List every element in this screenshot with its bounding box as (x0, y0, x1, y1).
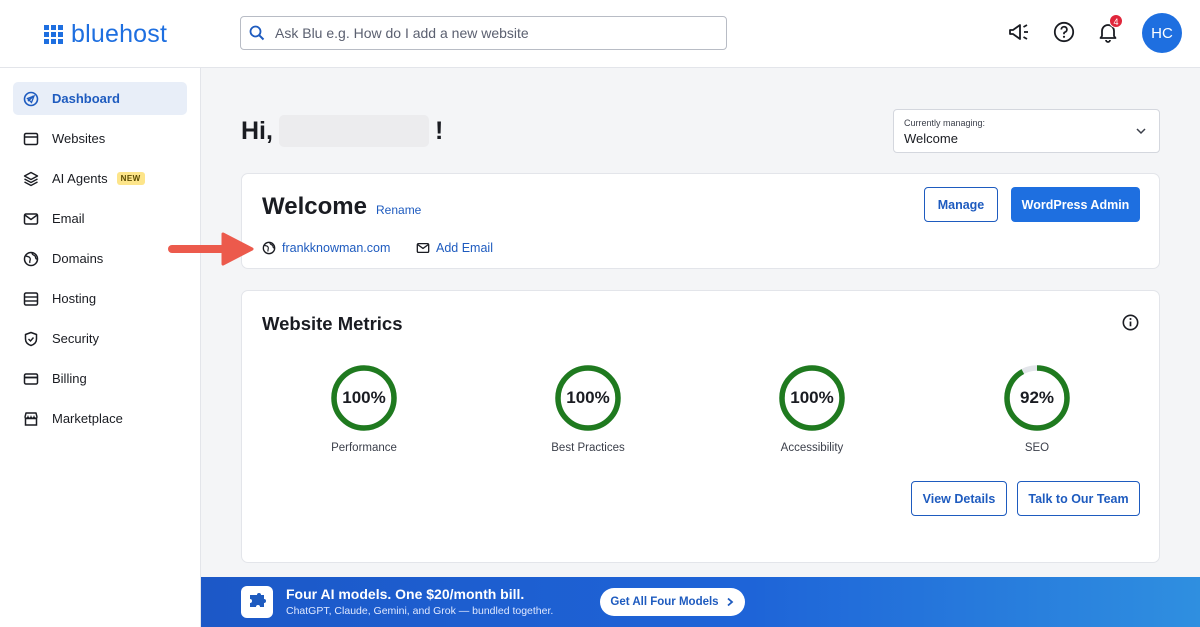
metric-value: 92% (1019, 388, 1055, 407)
sidebar-item-label: Security (52, 331, 99, 346)
metric-value: 100% (342, 388, 386, 407)
bluehost-logo[interactable]: bluehost (44, 20, 167, 49)
get-all-four-models-button[interactable]: Get All Four Models (600, 588, 745, 616)
help-button[interactable] (1052, 20, 1076, 44)
red-arrow-annotation (168, 232, 254, 266)
info-icon[interactable] (1122, 314, 1139, 331)
storefront-icon (23, 411, 39, 427)
add-email-link[interactable]: Add Email (416, 241, 493, 255)
sidebar-item-label: Billing (52, 371, 87, 386)
sidebar: Dashboard Websites AI Agents NEW Email D… (0, 68, 201, 627)
site-selector[interactable]: Currently managing: Welcome (893, 109, 1160, 153)
sidebar-item-label: Marketplace (52, 411, 123, 426)
greeting-prefix: Hi, (241, 116, 273, 145)
globe-icon (262, 241, 276, 255)
sidebar-item-marketplace[interactable]: Marketplace (13, 402, 187, 435)
talk-to-team-button[interactable]: Talk to Our Team (1017, 481, 1140, 516)
banner-button-label: Get All Four Models (610, 596, 719, 608)
top-bar: bluehost 4 HC (0, 0, 1200, 68)
metric-value: 100% (566, 388, 610, 407)
layers-icon (23, 171, 39, 187)
metric-accessibility: 100% Accessibility (752, 364, 872, 454)
metric-label: Accessibility (780, 442, 844, 454)
mail-icon (23, 211, 39, 227)
sidebar-item-ai-agents[interactable]: AI Agents NEW (13, 162, 187, 195)
site-card: Welcome Rename frankknowman.com Add Emai… (241, 173, 1160, 269)
new-badge: NEW (116, 172, 145, 185)
sidebar-item-label: Hosting (52, 291, 97, 306)
add-email-text: Add Email (436, 241, 493, 255)
metric-label: SEO (1024, 442, 1050, 454)
sidebar-item-label: Domains (52, 251, 104, 266)
greeting-suffix: ! (434, 116, 444, 145)
search-input[interactable] (275, 25, 715, 41)
metric-seo: 92% SEO (977, 364, 1097, 454)
ai-puzzle-icon (241, 586, 273, 618)
view-details-button[interactable]: View Details (911, 481, 1007, 516)
chevron-down-icon (1136, 128, 1146, 135)
sidebar-item-label: Email (52, 211, 85, 226)
chevron-right-icon (727, 597, 733, 607)
megaphone-icon (1009, 24, 1028, 40)
metrics-title: Website Metrics (262, 313, 403, 334)
domain-text: frankknowman.com (282, 241, 391, 255)
wordpress-admin-button[interactable]: WordPress Admin (1011, 187, 1140, 222)
shield-icon (23, 331, 39, 347)
notification-badge: 4 (1109, 14, 1123, 28)
avatar[interactable]: HC (1142, 13, 1182, 53)
banner-subtitle: ChatGPT, Claude, Gemini, and Grok — bund… (286, 605, 554, 617)
globe-icon (23, 251, 39, 267)
sidebar-item-billing[interactable]: Billing (13, 362, 187, 395)
metric-best-practices: 100% Best Practices (528, 364, 648, 454)
sidebar-item-label: AI Agents (52, 171, 108, 186)
site-selector-value: Welcome (904, 131, 958, 146)
sidebar-item-label: Dashboard (52, 91, 120, 106)
sidebar-item-hosting[interactable]: Hosting (13, 282, 187, 315)
metric-value: 100% (790, 388, 834, 407)
dashboard-icon (23, 91, 39, 107)
server-icon (23, 291, 39, 307)
promo-banner: Four AI models. One $20/month bill. Chat… (201, 577, 1200, 627)
announcements-button[interactable] (1007, 20, 1031, 44)
notifications-button[interactable]: 4 (1096, 14, 1123, 44)
site-selector-label: Currently managing: (904, 118, 986, 128)
metric-label: Performance (331, 442, 397, 454)
sidebar-item-domains[interactable]: Domains (13, 242, 187, 275)
site-title: Welcome (262, 193, 367, 220)
manage-button[interactable]: Manage (924, 187, 998, 222)
sidebar-item-dashboard[interactable]: Dashboard (13, 82, 187, 115)
website-metrics-card: Website Metrics 100% Performance 100% Be… (241, 290, 1160, 563)
mail-icon (416, 242, 430, 254)
metric-label: Best Practices (551, 442, 625, 454)
redacted-name (278, 115, 429, 147)
browser-window-icon (23, 131, 39, 147)
sidebar-item-email[interactable]: Email (13, 202, 187, 235)
logo-text: bluehost (71, 20, 168, 48)
sidebar-item-label: Websites (52, 131, 106, 146)
help-icon (1053, 21, 1075, 43)
rename-link[interactable]: Rename (376, 203, 421, 217)
logo-grid-icon (44, 25, 63, 44)
search-icon (249, 25, 265, 41)
banner-title: Four AI models. One $20/month bill. (286, 586, 525, 602)
sidebar-item-websites[interactable]: Websites (13, 122, 187, 155)
credit-card-icon (23, 371, 39, 387)
domain-link[interactable]: frankknowman.com (262, 241, 390, 255)
search-bar[interactable] (240, 16, 727, 50)
greeting: Hi, ! (241, 115, 443, 147)
sidebar-item-security[interactable]: Security (13, 322, 187, 355)
metric-performance: 100% Performance (304, 364, 424, 454)
